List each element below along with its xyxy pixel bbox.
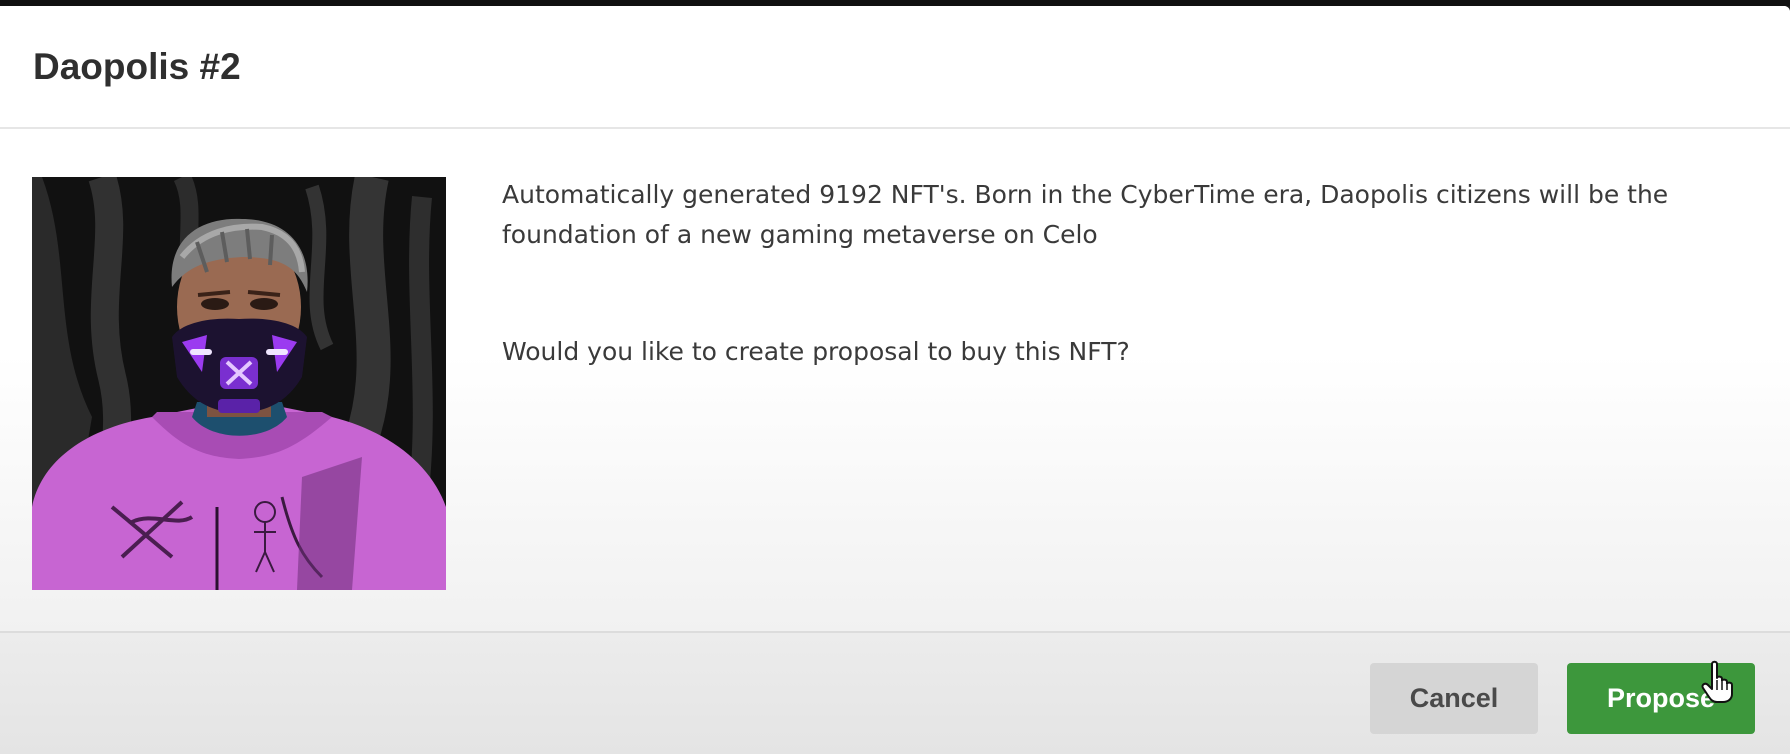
modal-footer: Cancel Propose [0,631,1790,754]
proposal-question: Would you like to create proposal to buy… [502,337,1130,366]
modal-header: Daopolis #2 [0,6,1790,129]
nft-description: Automatically generated 9192 NFT's. Born… [502,180,1669,249]
hand-pointer-icon [1701,660,1733,703]
nft-character-illustration [32,177,446,590]
modal-title: Daopolis #2 [33,46,241,87]
nft-proposal-modal: Daopolis #2 Automatically generated 9192… [0,6,1790,754]
nft-image [32,177,446,590]
modal-body: Automatically generated 9192 NFT's. Born… [0,129,1790,631]
cancel-button[interactable]: Cancel [1370,663,1538,734]
